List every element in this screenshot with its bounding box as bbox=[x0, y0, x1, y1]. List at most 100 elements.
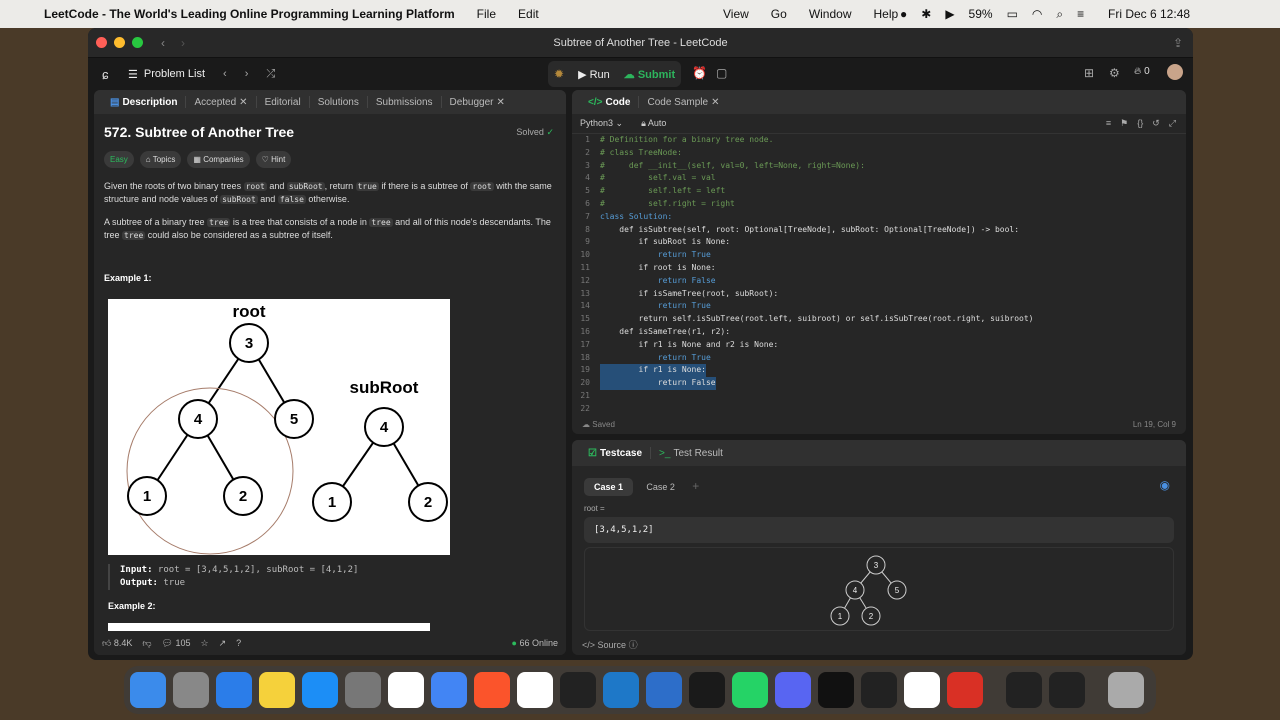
code-line[interactable]: 6 # self.right = right bbox=[572, 198, 1186, 211]
dock-trash-icon[interactable] bbox=[1108, 672, 1144, 708]
settings-gear-icon[interactable]: ⚙ bbox=[1109, 66, 1120, 80]
menu-window[interactable]: Window bbox=[809, 7, 852, 21]
dock-finder-icon[interactable] bbox=[130, 672, 166, 708]
dock-gmail-icon[interactable] bbox=[388, 672, 424, 708]
reset-icon[interactable]: ↺ bbox=[1152, 118, 1160, 129]
submit-button[interactable]: ☁ Submit bbox=[624, 68, 675, 81]
format-icon[interactable]: ≡ bbox=[1106, 118, 1111, 129]
dock-slides-icon[interactable] bbox=[947, 672, 983, 708]
code-line[interactable]: 19 if r1 is None: bbox=[572, 364, 1186, 378]
notes-icon[interactable]: ▢ bbox=[716, 66, 727, 80]
tab-test-result[interactable]: >_ Test Result bbox=[651, 447, 731, 459]
auto-complete-toggle[interactable]: 🔒︎ Auto bbox=[641, 118, 666, 129]
tab-submissions[interactable]: Submissions bbox=[368, 96, 442, 108]
code-line[interactable]: 11 if root is None: bbox=[572, 262, 1186, 275]
tab-testcase[interactable]: ☑ Testcase bbox=[580, 447, 652, 459]
dock-chatgpt-icon[interactable] bbox=[861, 672, 897, 708]
dock-terminal-icon[interactable] bbox=[560, 672, 596, 708]
code-line[interactable]: 18 return True bbox=[572, 352, 1186, 365]
code-line[interactable]: 14 return True bbox=[572, 300, 1186, 313]
dock-notes-icon[interactable] bbox=[259, 672, 295, 708]
bug-icon[interactable]: ✹ bbox=[554, 67, 564, 81]
tag-topics[interactable]: ⌂ Topics bbox=[139, 151, 182, 168]
eye-icon[interactable]: ◉ bbox=[1160, 478, 1170, 492]
menu-go[interactable]: Go bbox=[771, 7, 787, 21]
code-line[interactable]: 5 # self.left = left bbox=[572, 185, 1186, 198]
share-link-icon[interactable]: ↗ bbox=[219, 638, 227, 649]
tab-code-sample[interactable]: Code Sample ✕ bbox=[639, 96, 727, 108]
bookmark-icon[interactable]: ⚑ bbox=[1120, 118, 1128, 129]
dock-brave-icon[interactable] bbox=[474, 672, 510, 708]
code-editor[interactable]: 1 # Definition for a binary tree node. 2 # … bbox=[572, 134, 1186, 416]
run-button[interactable]: ▶ Run bbox=[578, 68, 610, 81]
code-line[interactable]: 3 # def __init__(self, val=0, left=None, … bbox=[572, 160, 1186, 173]
menu-view[interactable]: View bbox=[723, 7, 749, 21]
tab-editorial[interactable]: Editorial bbox=[257, 96, 310, 108]
menu-edit[interactable]: Edit bbox=[518, 7, 539, 21]
code-line[interactable]: 15 return self.isSubTree(root.left, suib… bbox=[572, 313, 1186, 326]
dock-launchpad-icon[interactable] bbox=[173, 672, 209, 708]
case-2-button[interactable]: Case 2 bbox=[636, 478, 685, 496]
tab-description[interactable]: ▤ Description bbox=[102, 96, 187, 108]
language-select[interactable]: Python3 ⌄ bbox=[580, 118, 623, 129]
tab-debugger[interactable]: Debugger ✕ bbox=[442, 96, 513, 108]
bluetooth-icon[interactable]: ✱ bbox=[921, 7, 931, 21]
code-line[interactable]: 2 # class TreeNode: bbox=[572, 147, 1186, 160]
dock-github-icon[interactable] bbox=[818, 672, 854, 708]
dock-chrome-icon[interactable] bbox=[904, 672, 940, 708]
shuffle-icon[interactable]: ⤮ bbox=[266, 68, 275, 81]
code-line[interactable]: 7 class Solution: bbox=[572, 211, 1186, 224]
code-line[interactable]: 13 if isSameTree(root, subRoot): bbox=[572, 288, 1186, 301]
info-icon[interactable]: ⓘ bbox=[629, 640, 638, 650]
code-line[interactable]: 16 def isSameTree(r1, r2): bbox=[572, 326, 1186, 339]
tab-accepted[interactable]: Accepted ✕ bbox=[186, 96, 257, 108]
code-line[interactable]: 21 bbox=[572, 390, 1186, 403]
tag-companies[interactable]: ▦ Companies bbox=[187, 151, 250, 168]
avatar[interactable] bbox=[1167, 64, 1183, 80]
braces-icon[interactable]: {} bbox=[1137, 118, 1143, 129]
add-case-icon[interactable]: + bbox=[692, 479, 699, 493]
search-icon[interactable]: ⌕ bbox=[1056, 7, 1063, 22]
dock-leetcode-icon[interactable] bbox=[689, 672, 725, 708]
code-line[interactable]: 12 return False bbox=[572, 275, 1186, 288]
case-1-button[interactable]: Case 1 bbox=[584, 478, 634, 496]
dock-vs-code-icon[interactable] bbox=[603, 672, 639, 708]
dock-app-store-icon[interactable] bbox=[302, 672, 338, 708]
timer-icon[interactable]: ⏰ bbox=[692, 66, 707, 80]
control-center-icon[interactable]: ≡ bbox=[1077, 7, 1084, 21]
dock-activity-icon[interactable] bbox=[1006, 672, 1042, 708]
dock-safari-icon[interactable] bbox=[216, 672, 252, 708]
record-icon[interactable]: ● bbox=[900, 7, 907, 21]
dock-google-icon[interactable] bbox=[517, 672, 553, 708]
clock[interactable]: Fri Dec 6 12:48 bbox=[1108, 7, 1190, 21]
code-line[interactable]: 4 # self.val = val bbox=[572, 172, 1186, 185]
menu-help[interactable]: Help bbox=[874, 7, 899, 21]
dock-screen-icon[interactable] bbox=[1049, 672, 1085, 708]
tab-code[interactable]: </> Code bbox=[580, 96, 640, 108]
dock-whatsapp-icon[interactable] bbox=[732, 672, 768, 708]
problem-list-link[interactable]: ☰ Problem List ‹ › ⤮ bbox=[128, 68, 275, 81]
code-line[interactable]: 9 if subRoot is None: bbox=[572, 236, 1186, 249]
next-problem-icon[interactable]: › bbox=[245, 68, 249, 80]
tag-difficulty[interactable]: Easy bbox=[104, 151, 134, 168]
dock-settings-icon[interactable] bbox=[345, 672, 381, 708]
code-line[interactable]: 17 if r1 is None and r2 is None: bbox=[572, 339, 1186, 352]
root-input[interactable]: [3,4,5,1,2] bbox=[584, 517, 1174, 543]
app-menu-title[interactable]: LeetCode - The World's Leading Online Pr… bbox=[44, 7, 455, 21]
play-icon[interactable]: ▶ bbox=[945, 7, 954, 21]
like-button[interactable]: 👍︎ 8.4K bbox=[102, 638, 132, 649]
star-icon[interactable]: ☆ bbox=[201, 638, 209, 649]
layout-icon[interactable]: ⊞ bbox=[1084, 66, 1094, 80]
dock-arc-icon[interactable] bbox=[646, 672, 682, 708]
dislike-icon[interactable]: 👎︎ bbox=[142, 638, 151, 649]
share-icon[interactable]: ⇪ bbox=[1173, 36, 1183, 50]
leetcode-logo-icon[interactable]: ɕ bbox=[102, 67, 109, 82]
comments-button[interactable]: 💬︎ 105 bbox=[162, 638, 191, 649]
code-line[interactable]: 20 return False bbox=[572, 377, 1186, 390]
dock-discord-icon[interactable] bbox=[775, 672, 811, 708]
source-button[interactable]: </> Source ⓘ bbox=[582, 638, 638, 651]
battery-icon[interactable]: ▭ bbox=[1007, 7, 1018, 21]
expand-icon[interactable]: ⤢ bbox=[1169, 118, 1176, 129]
wifi-icon[interactable]: ◠ bbox=[1032, 7, 1042, 21]
code-line[interactable]: 10 return True bbox=[572, 249, 1186, 262]
